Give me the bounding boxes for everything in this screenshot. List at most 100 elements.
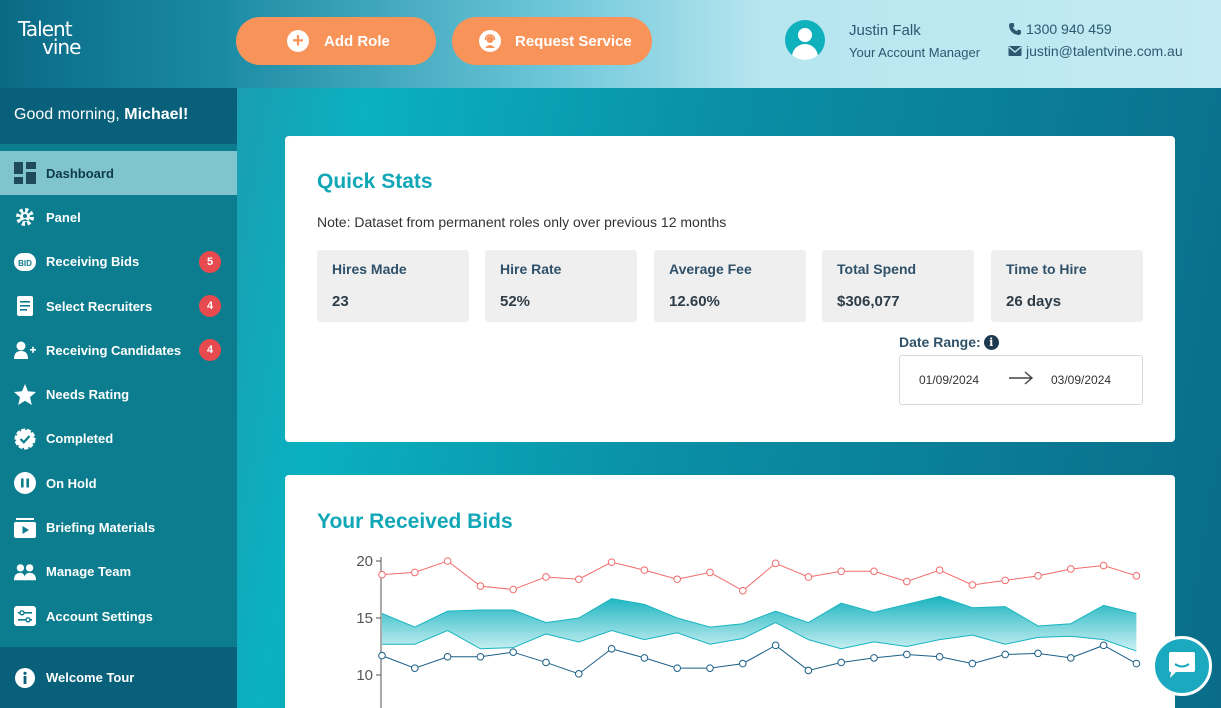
sidebar-item-receiving-candidates[interactable]: Receiving Candidates 4	[0, 328, 237, 372]
y-tick-label: 15	[356, 610, 373, 627]
max-point	[968, 581, 977, 589]
max-point	[575, 575, 583, 584]
y-tick-label: 20	[356, 553, 373, 570]
min-point	[870, 654, 878, 662]
min-point	[1099, 641, 1108, 650]
info-icon[interactable]: i	[983, 334, 999, 350]
sidebar-item-on-hold[interactable]: On Hold	[0, 461, 237, 505]
series-min-line	[381, 644, 1137, 675]
email-contact[interactable]: justin@talentvine.com.au	[1008, 43, 1183, 59]
stat-average-fee: Average Fee 12.60%	[654, 250, 806, 322]
received-bids-chart: 20 15 10	[356, 553, 1141, 708]
sidebar-item-select-recruiters[interactable]: Select Recruiters 4	[0, 284, 237, 328]
sidebar-item-dashboard[interactable]: Dashboard	[0, 151, 237, 196]
account-manager-role: Your Account Manager	[849, 45, 981, 60]
min-point	[706, 664, 714, 672]
phone-contact[interactable]: 1300 940 459	[1008, 21, 1112, 37]
max-point	[476, 582, 485, 590]
check-badge-icon	[14, 428, 36, 450]
min-point	[378, 651, 386, 660]
chat-button[interactable]	[1152, 636, 1212, 696]
date-to-input[interactable]: 03/09/2024	[1051, 373, 1111, 387]
min-point	[804, 666, 813, 675]
y-tick-label: 10	[356, 667, 373, 684]
stat-value: $306,077	[837, 293, 900, 310]
sidebar-item-label: Dashboard	[46, 165, 114, 181]
sidebar-item-manage-team[interactable]: Manage Team	[0, 550, 237, 594]
date-from-input[interactable]: 01/09/2024	[919, 373, 979, 387]
max-point	[870, 567, 878, 576]
min-point	[739, 659, 747, 668]
account-manager-avatar	[785, 20, 825, 60]
sidebar-item-label: Select Recruiters	[46, 298, 153, 314]
min-point	[542, 658, 550, 667]
sidebar-item-label: Completed	[46, 431, 114, 447]
greeting-prefix: Good morning,	[14, 106, 125, 123]
request-service-label: Request Service	[515, 32, 632, 50]
add-role-button[interactable]: + Add Role	[236, 17, 436, 65]
welcome-tour-label: Welcome Tour	[46, 670, 135, 685]
welcome-tour-button[interactable]: Welcome Tour	[0, 647, 237, 708]
stat-value: 26 days	[1006, 293, 1062, 310]
stat-label: Time to Hire	[1006, 261, 1087, 277]
min-point	[1132, 659, 1141, 668]
sidebar-nav: Dashboard Panel BID Receiving Bids 5 Sel…	[0, 144, 237, 638]
max-point	[509, 585, 517, 594]
max-point	[1132, 572, 1141, 580]
received-bids-card: Your Received Bids 20 15 10	[285, 475, 1175, 708]
date-range-text: Date Range:	[899, 334, 981, 350]
min-point	[509, 648, 517, 656]
max-point	[935, 566, 944, 574]
max-point	[1001, 576, 1010, 585]
talentvine-logo[interactable]: Talent vine	[18, 19, 81, 57]
max-point	[739, 586, 747, 595]
min-point	[837, 658, 846, 667]
max-point	[378, 570, 386, 579]
max-point	[1099, 561, 1108, 570]
pause-icon	[14, 472, 36, 495]
count-badge: 5	[199, 250, 221, 273]
request-service-button[interactable]: Request Service	[452, 17, 652, 65]
max-point	[837, 567, 846, 576]
min-point	[771, 641, 780, 650]
stat-label: Total Spend	[837, 261, 917, 277]
sidebar-item-briefing-materials[interactable]: Briefing Materials	[0, 505, 237, 549]
user-add-icon	[14, 339, 36, 361]
sidebar-item-receiving-bids[interactable]: BID Receiving Bids 5	[0, 240, 237, 284]
min-point	[968, 659, 977, 668]
sidebar-item-label: Receiving Bids	[46, 254, 140, 270]
headset-icon	[479, 30, 501, 52]
min-point	[640, 654, 649, 662]
stat-label: Hires Made	[332, 261, 407, 277]
sidebar-item-label: Receiving Candidates	[46, 342, 182, 358]
max-point	[443, 557, 452, 565]
sidebar-item-label: Panel	[46, 209, 81, 225]
sidebar-item-completed[interactable]: Completed	[0, 417, 237, 461]
greeting-name: Michael!	[124, 106, 189, 123]
date-range-picker[interactable]: 01/09/2024 03/09/2024	[899, 355, 1143, 405]
phone-number: 1300 940 459	[1026, 21, 1112, 37]
stat-hires-made: Hires Made 23	[317, 250, 469, 322]
quick-stats-card: Quick Stats Note: Dataset from permanent…	[285, 136, 1175, 442]
chat-bubble-icon	[1169, 652, 1195, 678]
min-point	[1067, 654, 1075, 662]
max-point	[1067, 565, 1075, 573]
sidebar-item-needs-rating[interactable]: Needs Rating	[0, 372, 237, 416]
stat-label: Hire Rate	[500, 261, 562, 277]
count-badge: 4	[199, 339, 221, 362]
sidebar-item-account-settings[interactable]: Account Settings	[0, 594, 237, 638]
sliders-icon	[14, 605, 36, 627]
bid-icon: BID	[14, 251, 36, 273]
min-point	[1034, 649, 1042, 658]
sidebar-item-label: Manage Team	[46, 564, 132, 580]
add-role-label: Add Role	[324, 32, 390, 50]
gear-icon	[14, 206, 36, 228]
max-point	[640, 566, 649, 574]
sidebar: Good morning, Michael! Dashboard Panel B…	[0, 88, 237, 708]
sidebar-item-panel[interactable]: Panel	[0, 195, 237, 239]
min-point	[1001, 650, 1010, 659]
quick-stats-title: Quick Stats	[317, 170, 433, 193]
sidebar-item-label: Account Settings	[46, 608, 153, 624]
stat-time-to-hire: Time to Hire 26 days	[991, 250, 1143, 322]
min-point	[607, 644, 616, 653]
